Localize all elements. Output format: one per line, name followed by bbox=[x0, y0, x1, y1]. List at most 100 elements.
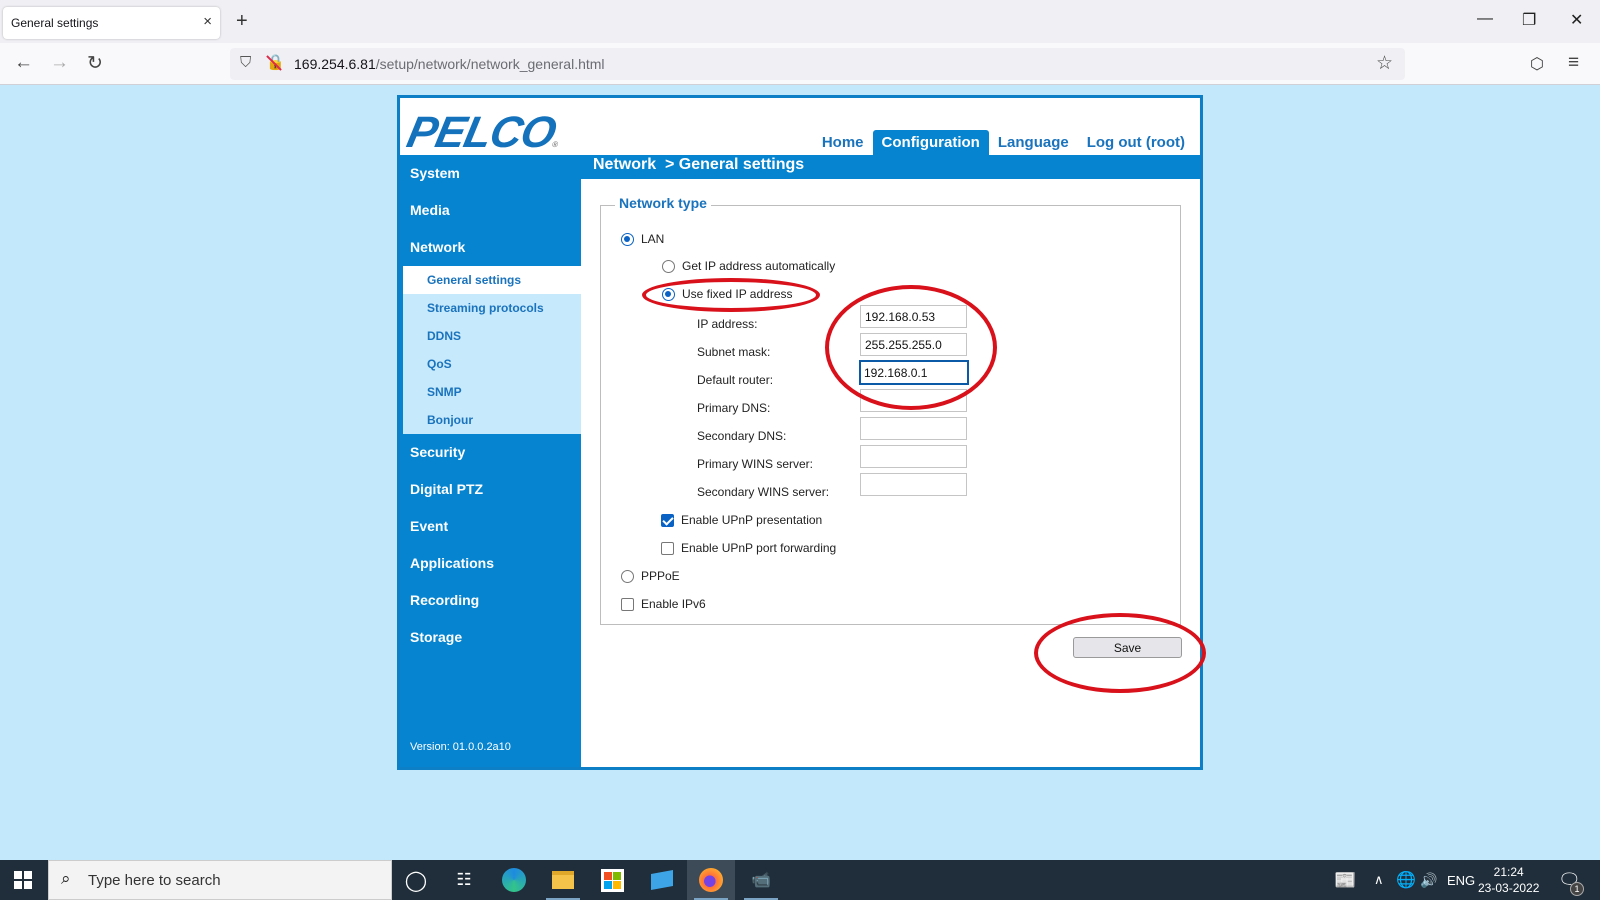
nav-language[interactable]: Language bbox=[989, 130, 1078, 155]
logo-text: PELCO bbox=[402, 108, 560, 157]
auto-ip-option: Get IP address automatically bbox=[662, 259, 835, 273]
microsoft-store-icon[interactable] bbox=[588, 860, 636, 900]
bookmark-star-icon[interactable]: ☆ bbox=[1376, 52, 1393, 75]
firefox-icon[interactable] bbox=[687, 860, 735, 900]
edge-icon[interactable] bbox=[490, 860, 538, 900]
sidebar-item-digital-ptz[interactable]: Digital PTZ bbox=[400, 471, 581, 508]
sidebar-item-security[interactable]: Security bbox=[400, 434, 581, 471]
url-text[interactable]: 169.254.6.81/setup/network/network_gener… bbox=[294, 56, 605, 72]
submenu-streaming-protocols[interactable]: Streaming protocols bbox=[403, 294, 581, 322]
taskbar-search-box[interactable]: ⌕ Type here to search bbox=[48, 860, 392, 900]
ipv6-checkbox[interactable] bbox=[621, 597, 634, 611]
default-router-label: Default router: bbox=[697, 373, 774, 387]
network-globe-icon[interactable]: 🌐 bbox=[1396, 860, 1416, 900]
url-path: /setup/network/network_general.html bbox=[375, 56, 605, 72]
subnet-mask-label: Subnet mask: bbox=[697, 345, 771, 359]
sidebar-item-network[interactable]: Network bbox=[400, 229, 581, 266]
submenu-qos[interactable]: QoS bbox=[403, 350, 581, 378]
windows-start-icon[interactable] bbox=[14, 871, 32, 889]
browser-tab-bar: General settings × + — ❐ ✕ bbox=[0, 0, 1600, 43]
upnp-presentation-checkbox[interactable] bbox=[661, 513, 674, 527]
subnet-mask-input[interactable] bbox=[860, 333, 967, 356]
auto-ip-radio[interactable] bbox=[662, 259, 675, 273]
tab-title: General settings bbox=[11, 16, 99, 30]
secondary-wins-label: Secondary WINS server: bbox=[697, 485, 830, 499]
primary-dns-input[interactable] bbox=[860, 389, 967, 412]
default-router-input[interactable] bbox=[859, 360, 969, 385]
ipv6-label: Enable IPv6 bbox=[641, 597, 706, 611]
menu-icon[interactable]: ≡ bbox=[1568, 52, 1579, 74]
auto-ip-label: Get IP address automatically bbox=[682, 259, 836, 273]
system-clock[interactable]: 21:24 23-03-2022 bbox=[1478, 864, 1539, 896]
lan-radio[interactable] bbox=[621, 232, 634, 246]
camera-tool-icon[interactable]: 📹 bbox=[737, 860, 785, 900]
notification-badge: 1 bbox=[1570, 882, 1584, 896]
sidebar-item-applications[interactable]: Applications bbox=[400, 545, 581, 582]
primary-wins-input[interactable] bbox=[860, 445, 967, 468]
reload-icon[interactable]: ↻ bbox=[87, 52, 103, 75]
windows-taskbar: ⌕ Type here to search ◯ ☷ 📹 📰 ∧ 🌐 🔊 ENG … bbox=[0, 860, 1600, 900]
clock-date: 23-03-2022 bbox=[1478, 881, 1540, 895]
upnp-forwarding-checkbox[interactable] bbox=[661, 541, 674, 555]
sidebar-item-recording[interactable]: Recording bbox=[400, 582, 581, 619]
clock-time: 21:24 bbox=[1493, 865, 1524, 879]
restore-icon[interactable]: ❐ bbox=[1522, 10, 1536, 30]
network-type-fieldset: Network type LAN Get IP address automati… bbox=[600, 195, 1181, 625]
fixed-ip-radio[interactable] bbox=[662, 287, 675, 301]
remote-desktop-icon[interactable] bbox=[638, 860, 686, 900]
shield-icon[interactable]: ⛉ bbox=[240, 54, 251, 71]
url-bar[interactable]: ⛉ 🔒 169.254.6.81/setup/network/network_g… bbox=[230, 48, 1405, 80]
lan-label: LAN bbox=[641, 232, 665, 246]
browser-nav-bar: ← → ↻ ⛉ 🔒 169.254.6.81/setup/network/net… bbox=[0, 43, 1600, 85]
primary-wins-label: Primary WINS server: bbox=[697, 457, 814, 471]
pppoe-radio[interactable] bbox=[621, 569, 634, 583]
nav-logout[interactable]: Log out (root) bbox=[1078, 130, 1194, 155]
browser-tab[interactable]: General settings × bbox=[3, 7, 220, 39]
sidebar-item-media[interactable]: Media bbox=[400, 192, 581, 229]
ip-address-input[interactable] bbox=[860, 305, 967, 328]
volume-icon[interactable]: 🔊 bbox=[1420, 860, 1437, 900]
sidebar: System Media Network General settings St… bbox=[400, 155, 581, 767]
minimize-icon[interactable]: — bbox=[1477, 10, 1493, 28]
tab-close-icon[interactable]: × bbox=[203, 13, 212, 30]
submenu-snmp[interactable]: SNMP bbox=[403, 378, 581, 406]
top-navigation: Home Configuration Language Log out (roo… bbox=[813, 130, 1194, 155]
nav-configuration[interactable]: Configuration bbox=[872, 130, 989, 155]
lan-option: LAN bbox=[621, 232, 664, 246]
sidebar-item-event[interactable]: Event bbox=[400, 508, 581, 545]
news-widget-icon[interactable]: 📰 bbox=[1334, 860, 1356, 900]
sidebar-item-system[interactable]: System bbox=[400, 155, 581, 192]
file-explorer-icon[interactable] bbox=[539, 860, 587, 900]
fixed-ip-label: Use fixed IP address bbox=[682, 287, 793, 301]
language-indicator[interactable]: ENG bbox=[1447, 860, 1475, 900]
submenu-bonjour[interactable]: Bonjour bbox=[403, 406, 581, 434]
registered-mark: ® bbox=[551, 140, 558, 149]
secondary-wins-input[interactable] bbox=[860, 473, 967, 496]
window-close-icon[interactable]: ✕ bbox=[1570, 10, 1583, 30]
sidebar-item-storage[interactable]: Storage bbox=[400, 619, 581, 656]
pocket-icon[interactable]: ⬡ bbox=[1530, 54, 1544, 74]
secondary-dns-input[interactable] bbox=[860, 417, 967, 440]
show-hidden-icons-chevron[interactable]: ∧ bbox=[1374, 860, 1384, 900]
fixed-ip-option: Use fixed IP address bbox=[662, 287, 793, 301]
submenu-ddns[interactable]: DDNS bbox=[403, 322, 581, 350]
new-tab-icon[interactable]: + bbox=[236, 10, 248, 33]
cortana-icon[interactable]: ◯ bbox=[392, 860, 440, 900]
search-placeholder: Type here to search bbox=[88, 872, 221, 889]
breadcrumb: Network > General settings bbox=[593, 156, 805, 173]
forward-icon[interactable]: → bbox=[50, 52, 69, 74]
upnp-presentation-option: Enable UPnP presentation bbox=[661, 513, 822, 527]
secondary-dns-label: Secondary DNS: bbox=[697, 429, 787, 443]
notification-center-icon[interactable]: 🗨 1 bbox=[1558, 860, 1584, 900]
insecure-lock-icon[interactable]: 🔒 bbox=[266, 53, 285, 71]
back-icon[interactable]: ← bbox=[14, 52, 33, 74]
nav-home[interactable]: Home bbox=[813, 130, 873, 155]
task-view-icon[interactable]: ☷ bbox=[440, 860, 488, 900]
upnp-forwarding-label: Enable UPnP port forwarding bbox=[681, 541, 837, 555]
ip-address-label: IP address: bbox=[697, 317, 758, 331]
network-submenu: General settings Streaming protocols DDN… bbox=[403, 266, 581, 434]
search-icon: ⌕ bbox=[61, 869, 71, 888]
save-button[interactable]: Save bbox=[1073, 637, 1182, 658]
submenu-general-settings[interactable]: General settings bbox=[403, 266, 581, 294]
camera-config-page: PELCO® Home Configuration Language Log o… bbox=[397, 95, 1206, 770]
